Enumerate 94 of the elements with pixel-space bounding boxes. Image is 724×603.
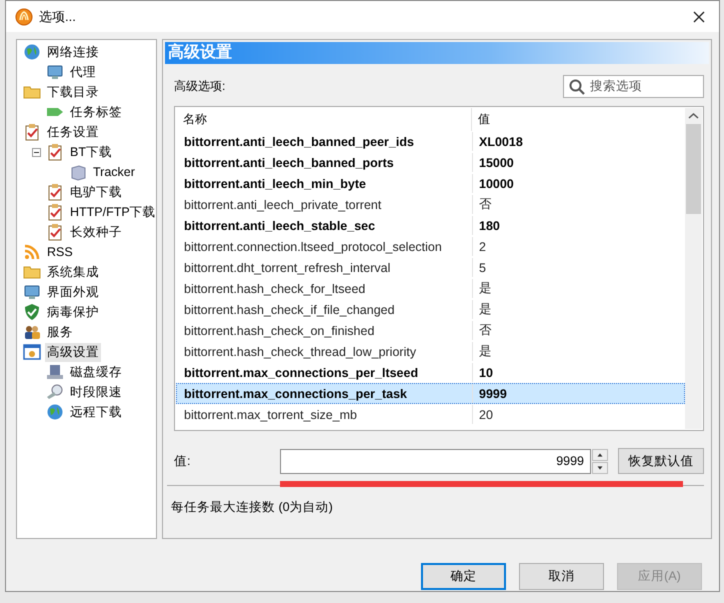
setting-value: 15000	[478, 154, 515, 172]
setting-name: bittorrent.dht_torrent_refresh_interval	[177, 258, 473, 277]
column-header[interactable]: 名称	[176, 108, 472, 131]
setting-name: bittorrent.hash_check_for_ltseed	[177, 279, 473, 298]
tree-item[interactable]: RSS	[45, 244, 75, 260]
clip-icon	[23, 123, 41, 141]
setting-value: 是	[478, 280, 493, 297]
setting-name: bittorrent.anti_leech_min_byte	[177, 174, 473, 193]
setting-name: bittorrent.hash_check_if_file_changed	[177, 300, 473, 319]
globe-icon	[23, 43, 41, 61]
table-row[interactable]: bittorrent.hash_check_thread_low_priority 是	[176, 341, 685, 362]
setting-name: bittorrent.max_torrent_size_mb	[177, 405, 473, 424]
tree-item[interactable]: 系统集成	[45, 262, 101, 282]
value-input[interactable]: 9999	[280, 448, 591, 474]
setting-name: bittorrent.connection.ltseed_protocol_selection	[177, 237, 473, 256]
app-icon	[15, 8, 33, 26]
setting-value: 10000	[478, 176, 515, 192]
table-row[interactable]: bittorrent.anti_leech_banned_peer_ids XL0018	[176, 131, 685, 152]
collapse-icon[interactable]	[32, 148, 41, 156]
tree-item[interactable]: 长效种子	[68, 222, 124, 242]
close-icon[interactable]	[693, 10, 705, 22]
people-icon	[23, 323, 41, 341]
table-row[interactable]: bittorrent.dht_torrent_refresh_interval 5	[176, 257, 685, 278]
spin-down-icon[interactable]	[592, 462, 608, 474]
setting-value: 20	[478, 406, 494, 424]
spin-up-icon[interactable]	[592, 448, 608, 460]
dialog-button[interactable]: 取消	[519, 563, 604, 590]
setting-value: 是	[478, 301, 493, 318]
setting-value: 5	[478, 260, 487, 276]
panel-header: 高级设置	[165, 42, 709, 64]
table-row[interactable]: bittorrent.hash_check_if_file_changed 是	[176, 299, 685, 320]
table-row[interactable]: bittorrent.anti_leech_banned_ports 15000	[176, 152, 685, 173]
monitor-icon	[23, 283, 41, 301]
clip-icon	[46, 183, 64, 201]
table-row[interactable]: bittorrent.hash_check_on_finished 否	[176, 320, 685, 341]
window-title: 选项...	[39, 8, 77, 26]
scroll-thumb[interactable]	[686, 124, 701, 214]
tree-item[interactable]: 服务	[45, 322, 75, 342]
tree-item[interactable]: HTTP/FTP下载	[68, 202, 158, 222]
setting-name: bittorrent.hash_check_thread_low_priority	[177, 342, 473, 361]
clip-icon	[46, 143, 64, 161]
tree-item[interactable]: 远程下载	[68, 402, 124, 422]
rss-icon	[23, 243, 41, 261]
description-text: 每任务最大连接数 (0为自动)	[171, 499, 334, 516]
globe-icon	[46, 403, 64, 421]
tree-item[interactable]: 时段限速	[68, 382, 124, 402]
column-header[interactable]: 值	[472, 108, 685, 131]
table-row[interactable]: bittorrent.max_torrent_size_mb 20	[176, 404, 685, 425]
tree-item[interactable]: Tracker	[91, 164, 137, 180]
table-row[interactable]: bittorrent.connection.ltseed_protocol_selection 2	[176, 236, 685, 257]
tree-item[interactable]: 高级设置	[45, 342, 101, 362]
clip-icon	[46, 223, 64, 241]
disk-icon	[46, 363, 64, 381]
table-row[interactable]: bittorrent.max_connections_per_task 9999	[176, 383, 685, 404]
setting-name: bittorrent.anti_leech_stable_sec	[177, 216, 473, 235]
shield-icon	[23, 303, 41, 321]
setting-value: XL0018	[478, 134, 524, 150]
tree-item[interactable]: 界面外观	[45, 282, 101, 302]
tree-item[interactable]: BT下载	[68, 142, 114, 162]
tree-item[interactable]: 任务标签	[68, 102, 124, 122]
tree-item[interactable]: 网络连接	[45, 42, 101, 62]
tree-item[interactable]: 病毒保护	[45, 302, 101, 322]
setting-value: 否	[478, 196, 493, 213]
tree-item[interactable]: 磁盘缓存	[68, 362, 124, 382]
setting-name: bittorrent.max_connections_per_task	[177, 384, 473, 403]
setting-value: 2	[478, 238, 487, 256]
table-row[interactable]: bittorrent.anti_leech_private_torrent 否	[176, 194, 685, 215]
setting-name: bittorrent.anti_leech_banned_peer_ids	[177, 132, 473, 151]
tree-item[interactable]: 电驴下载	[68, 182, 124, 202]
table-row[interactable]: bittorrent.hash_check_for_ltseed 是	[176, 278, 685, 299]
tree-item[interactable]: 下载目录	[45, 82, 101, 102]
setting-name: bittorrent.hash_check_on_finished	[177, 321, 473, 340]
setting-value: 180	[478, 218, 501, 234]
setting-value: 10	[478, 364, 494, 382]
value-label: 值:	[174, 452, 192, 470]
setting-name: bittorrent.max_connections_per_ltseed	[177, 363, 473, 382]
setting-value: 否	[478, 322, 493, 339]
options-label: 高级选项:	[174, 78, 226, 94]
reset-button[interactable]: 恢复默认值	[618, 448, 704, 474]
scrollbar[interactable]	[685, 108, 702, 429]
search-icon	[569, 78, 585, 94]
monitor-icon	[46, 63, 64, 81]
table-row[interactable]: bittorrent.anti_leech_stable_sec 180	[176, 215, 685, 236]
tree-item[interactable]: 任务设置	[45, 122, 101, 142]
table-row[interactable]: bittorrent.max_connections_per_ltseed 10	[176, 362, 685, 383]
setting-name: bittorrent.anti_leech_private_torrent	[177, 195, 473, 214]
setting-value: 是	[478, 343, 493, 360]
clip-icon	[46, 203, 64, 221]
setting-value: 9999	[478, 386, 508, 402]
dialog-button[interactable]: 确定	[421, 563, 506, 590]
tree-item[interactable]: 代理	[68, 62, 98, 82]
table-row[interactable]: bittorrent.anti_leech_min_byte 10000	[176, 173, 685, 194]
search-field[interactable]: 搜索选项	[563, 74, 704, 98]
setting-name: bittorrent.anti_leech_banned_ports	[177, 153, 473, 172]
